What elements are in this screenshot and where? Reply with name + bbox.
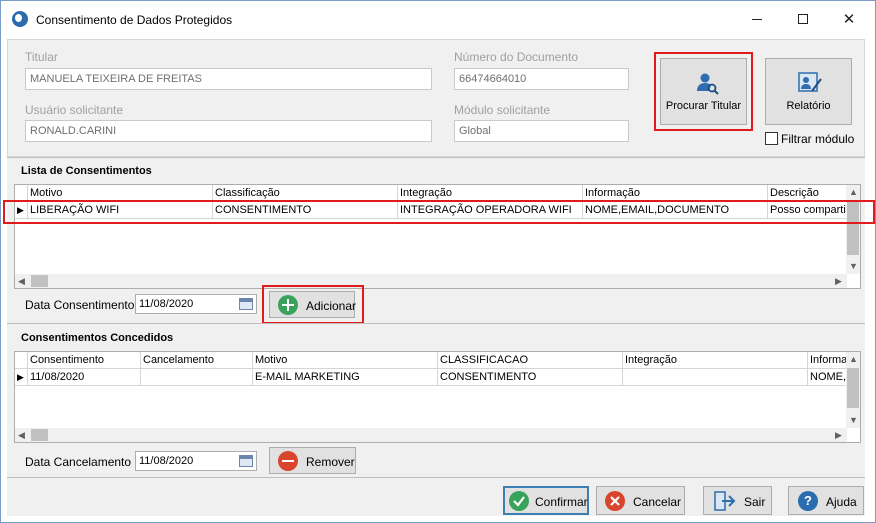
scroll-thumb[interactable] [847,368,859,408]
minimize-button[interactable] [734,1,780,37]
scroll-left-icon[interactable]: ◀ [18,430,25,441]
table-cell[interactable]: NOME,E [808,369,848,386]
column-header[interactable]: Consentimento [28,352,141,369]
concedidos-vertical-scrollbar[interactable]: ▲ ▼ [846,352,860,428]
adicionar-highlight-box [262,285,364,324]
ajuda-button[interactable]: ? Ajuda [788,486,864,515]
concedidos-header: Consentimentos Concedidos [21,332,174,344]
report-icon [798,72,822,92]
scroll-up-icon[interactable]: ▲ [849,354,858,364]
sair-label: Sair [744,495,766,509]
ajuda-label: Ajuda [826,495,857,509]
table-cell[interactable] [623,369,808,386]
close-button[interactable]: ✕ [826,1,872,37]
modulo-label: Módulo solicitante [454,103,551,117]
table-cell[interactable]: E-MAIL MARKETING [253,369,438,386]
lista-consentimentos-section: Lista de Consentimentos Motivo Classific… [7,157,865,324]
titular-field[interactable]: MANUELA TEIXEIRA DE FREITAS [25,68,432,90]
maximize-button[interactable] [780,1,826,37]
consentimentos-concedidos-section: Consentimentos Concedidos Consentimento … [7,323,865,477]
scroll-thumb[interactable] [31,429,48,441]
scroll-up-icon[interactable]: ▲ [849,187,858,197]
usuario-label: Usuário solicitante [25,103,124,117]
row-highlight-box [3,200,875,224]
exit-icon [714,491,736,511]
title-bar: Consentimento de Dados Protegidos ✕ [1,1,875,39]
confirmar-button[interactable]: Confirmar [503,486,589,515]
column-header[interactable]: Cancelamento [141,352,253,369]
scroll-down-icon[interactable]: ▼ [849,415,858,425]
documento-field[interactable]: 66474664010 [454,68,629,90]
table-cell[interactable] [141,369,253,386]
calendar-icon[interactable] [239,455,253,467]
confirmar-label: Confirmar [535,495,588,509]
concedidos-horizontal-scrollbar[interactable]: ◀ ▶ [15,428,847,442]
x-circle-icon [605,491,625,511]
window-title: Consentimento de Dados Protegidos [36,13,233,27]
titular-label: Titular [25,50,58,64]
check-circle-icon [509,491,529,511]
column-header[interactable]: CLASSIFICACAO [438,352,623,369]
data-cancelamento-label: Data Cancelamento [25,455,132,469]
remover-button[interactable]: Remover [269,447,356,474]
procurar-highlight-box [654,52,753,131]
relatorio-label: Relatório [786,100,831,112]
footer-bar: Confirmar Cancelar Sair ? Ajuda [7,477,865,516]
minimize-icon [752,18,762,20]
dialog-content: Titular MANUELA TEIXEIRA DE FREITAS Núme… [7,39,865,516]
scroll-right-icon[interactable]: ▶ [835,276,842,287]
lista-vertical-scrollbar[interactable]: ▲ ▼ [846,185,860,274]
lista-horizontal-scrollbar[interactable]: ◀ ▶ [15,274,847,288]
check-glyph [513,496,525,507]
concedidos-grid[interactable]: Consentimento Cancelamento Motivo CLASSI… [14,351,861,443]
column-header[interactable]: Informa [808,352,848,369]
calendar-icon[interactable] [239,298,253,310]
x-glyph [610,496,620,506]
titular-section: Titular MANUELA TEIXEIRA DE FREITAS Núme… [7,39,865,157]
close-icon: ✕ [842,11,856,28]
scroll-right-icon[interactable]: ▶ [835,430,842,441]
documento-label: Número do Documento [454,50,579,64]
usuario-field[interactable]: RONALD.CARINI [25,120,432,142]
scroll-thumb[interactable] [31,275,48,287]
globe-icon [12,11,28,27]
filtrar-modulo-checkbox[interactable] [765,132,778,145]
lista-header: Lista de Consentimentos [21,165,152,177]
filtrar-modulo-label: Filtrar módulo [781,132,855,146]
minus-circle-icon [278,451,298,471]
row-pointer-icon: ▶ [17,372,24,382]
row-indicator: ▶ [15,369,28,386]
scroll-left-icon[interactable]: ◀ [18,276,25,287]
column-header[interactable]: Motivo [253,352,438,369]
dialog-window: Consentimento de Dados Protegidos ✕ Titu… [0,0,876,523]
relatorio-button[interactable]: Relatório [765,58,852,125]
row-indicator-header [15,352,28,369]
modulo-field[interactable]: Global [454,120,629,142]
remover-label: Remover [306,455,355,469]
scroll-down-icon[interactable]: ▼ [849,261,858,271]
table-cell[interactable]: CONSENTIMENTO [438,369,623,386]
data-consentimento-label: Data Consentimento [25,298,135,312]
table-cell[interactable]: 11/08/2020 [28,369,141,386]
sair-button[interactable]: Sair [703,486,772,515]
maximize-icon [798,14,808,24]
cancelar-label: Cancelar [633,495,682,509]
column-header[interactable]: Integração [623,352,808,369]
help-icon: ? [798,491,818,511]
cancelar-button[interactable]: Cancelar [596,486,685,515]
